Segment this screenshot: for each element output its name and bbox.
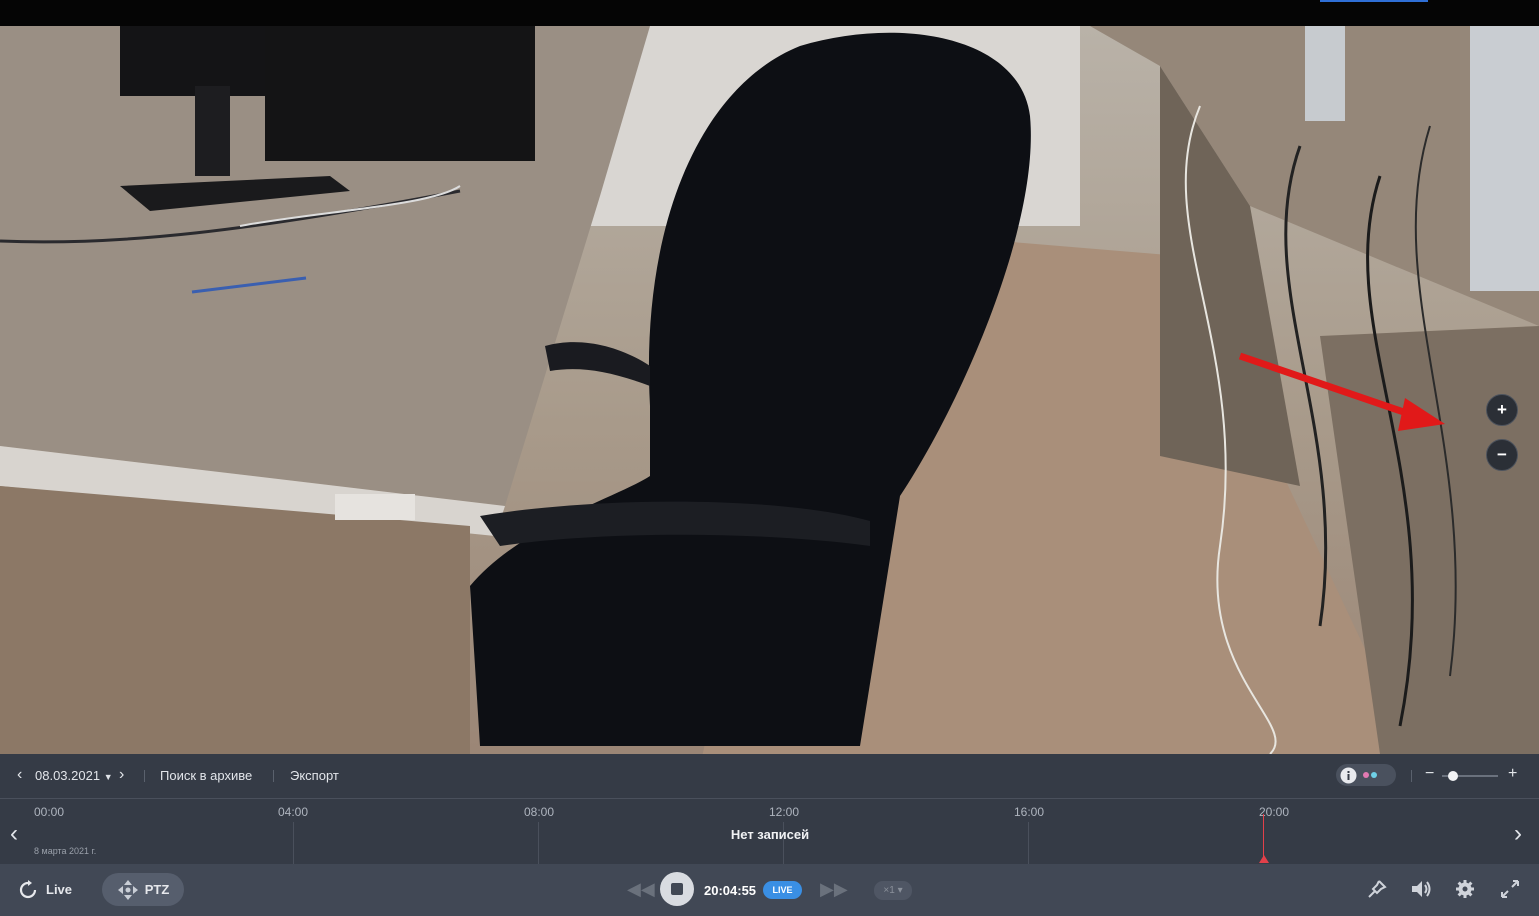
fullscreen-icon[interactable]	[1500, 879, 1520, 899]
ptz-button[interactable]: PTZ	[102, 873, 184, 906]
volume-icon[interactable]	[1410, 879, 1432, 899]
ptz-arrows-icon	[117, 879, 138, 900]
info-icon	[1340, 767, 1357, 783]
player-controls: Live PTZ ◀◀ 20:04:55 LIVE ▶▶ ×1 ▾	[0, 864, 1539, 916]
slider-knob[interactable]	[1448, 771, 1459, 781]
chevron-down-icon: ▼	[103, 772, 113, 782]
hour-label: 00:00	[34, 805, 65, 819]
hour-label: 04:00	[278, 805, 309, 819]
camera-video[interactable]: + −	[0, 26, 1539, 754]
next-date-chevron-icon[interactable]: ›	[119, 766, 124, 784]
stop-button[interactable]	[660, 872, 694, 906]
speed-selector[interactable]: ×1 ▾	[874, 881, 912, 900]
archive-toolbar: ‹ 08.03.2021 ▼ › Поиск в архиве Экспорт …	[0, 754, 1539, 799]
settings-icon[interactable]	[1455, 879, 1475, 899]
refresh-icon	[19, 879, 37, 898]
timeline-prev-icon[interactable]: ‹	[10, 820, 18, 848]
top-bar	[0, 0, 1539, 26]
zoom-in-button[interactable]: +	[1486, 394, 1518, 426]
rewind-icon[interactable]: ◀◀	[627, 879, 655, 900]
timeline-zoom-out-button[interactable]: −	[1425, 765, 1434, 783]
timeline-tick	[1028, 822, 1029, 864]
hour-label: 08:00	[524, 805, 555, 819]
camera-frame	[0, 26, 1539, 754]
zoom-out-button[interactable]: −	[1486, 439, 1518, 471]
pin-icon[interactable]	[1367, 879, 1387, 899]
ptz-label: PTZ	[144, 882, 170, 897]
timeline-date-caption: 8 марта 2021 г.	[34, 846, 97, 856]
current-time: 20:04:55	[704, 882, 757, 898]
divider	[273, 770, 274, 782]
archive-search-button[interactable]: Поиск в архиве	[160, 768, 252, 783]
prev-date-chevron-icon[interactable]: ‹	[17, 766, 22, 784]
archive-panel: ‹ 08.03.2021 ▼ › Поиск в архиве Экспорт …	[0, 754, 1539, 864]
divider	[1411, 770, 1412, 782]
live-button[interactable]: Live	[18, 873, 72, 906]
export-button[interactable]: Экспорт	[290, 768, 339, 783]
date-selector[interactable]: 08.03.2021 ▼	[35, 768, 113, 783]
live-badge[interactable]: LIVE	[763, 881, 802, 899]
speed-value: ×1	[883, 885, 895, 896]
timeline-zoom-in-button[interactable]: +	[1508, 765, 1517, 783]
no-records-label: Нет записей	[730, 827, 810, 842]
top-accent	[1320, 0, 1428, 2]
stop-icon	[671, 883, 683, 895]
divider	[144, 770, 145, 782]
date-value: 08.03.2021	[35, 768, 101, 783]
event-filter[interactable]	[1336, 764, 1396, 786]
timeline-tick	[293, 822, 294, 864]
current-time-marker	[1259, 855, 1269, 863]
timeline-next-icon[interactable]: ›	[1514, 820, 1522, 848]
live-label: Live	[46, 882, 73, 897]
event-dots-icon	[1363, 772, 1377, 778]
fast-forward-icon[interactable]: ▶▶	[820, 879, 848, 900]
hour-label: 16:00	[1014, 805, 1045, 819]
hour-label: 12:00	[769, 805, 800, 819]
timeline-tick	[538, 822, 539, 864]
timeline-zoom-slider[interactable]	[1442, 771, 1498, 781]
